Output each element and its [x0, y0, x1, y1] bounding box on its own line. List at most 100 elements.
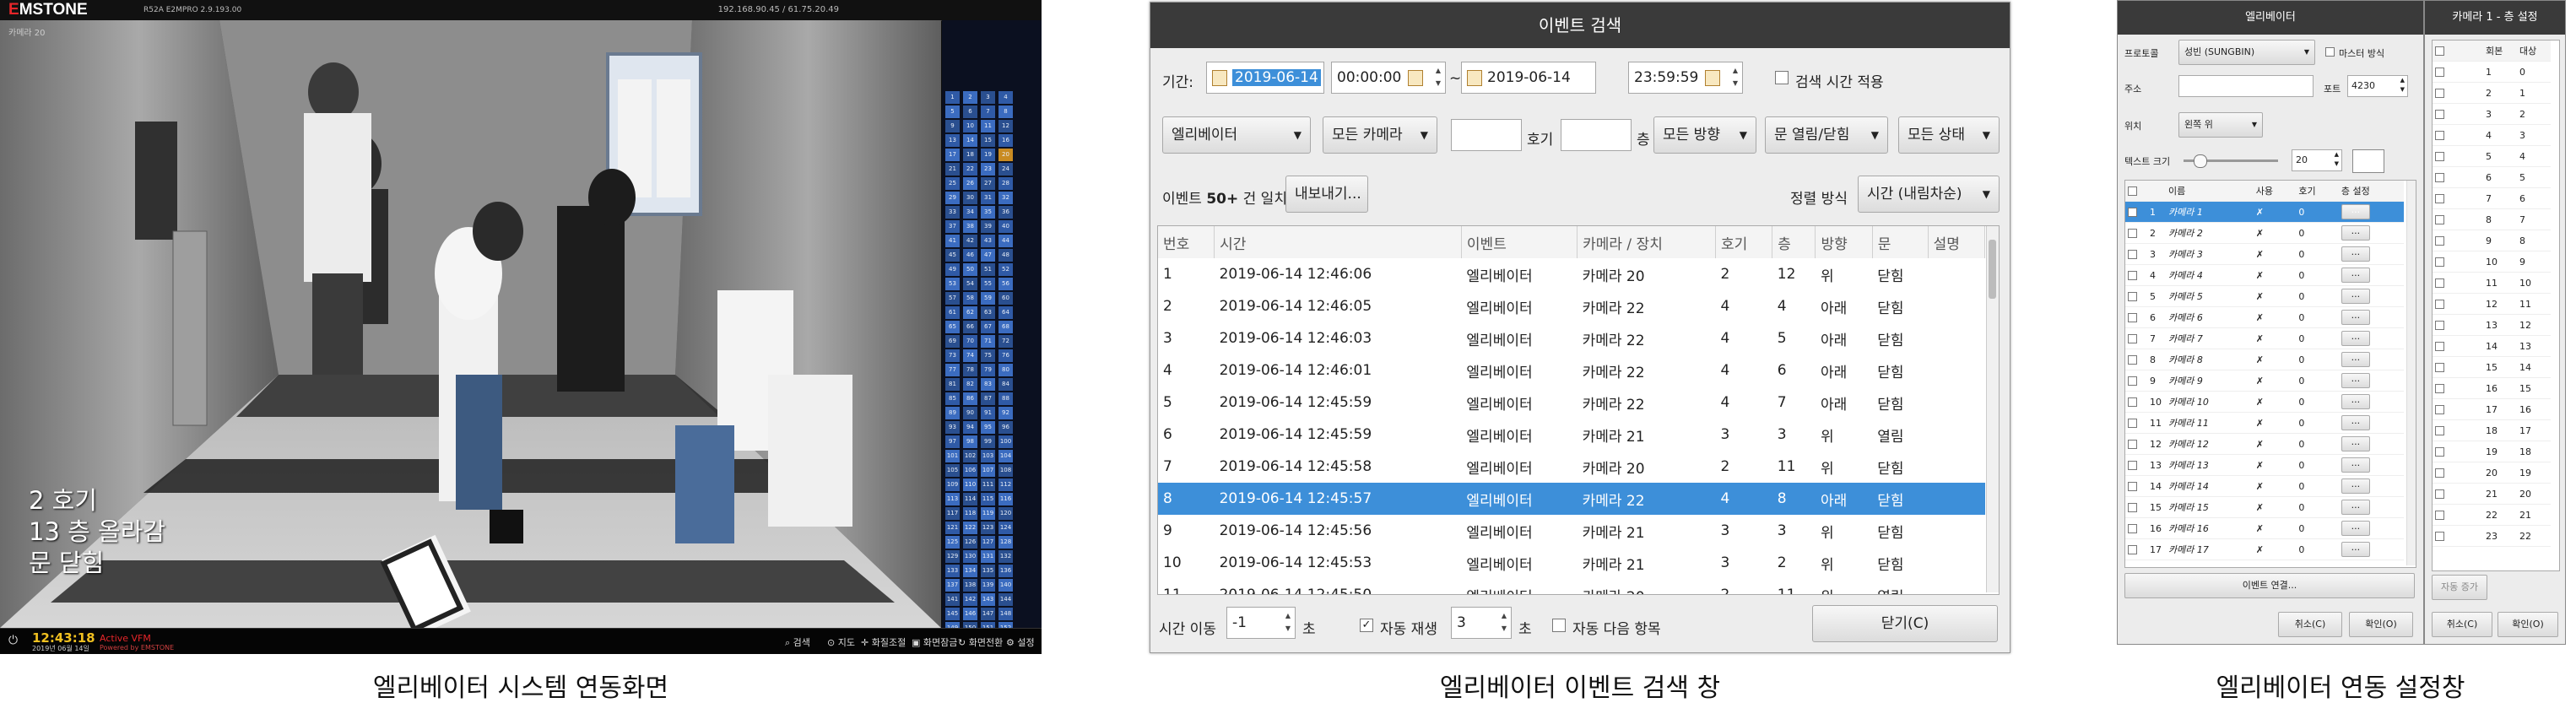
camera-row-checkbox[interactable] — [2128, 291, 2137, 301]
camera-row[interactable]: 15 카메라 15 ✗ 0... — [2125, 496, 2404, 518]
event-column-header[interactable]: 카메라 / 장치 — [1577, 226, 1716, 258]
event-column-header[interactable]: 설명 — [1928, 226, 1986, 258]
camera-row-checkbox[interactable] — [2128, 544, 2137, 554]
start-date-field[interactable]: 2019-06-14 — [1206, 62, 1324, 94]
camera-channel-cell[interactable]: 75 — [981, 349, 995, 362]
camera-channel-cell[interactable]: 96 — [998, 421, 1013, 434]
floor-row-checkbox[interactable] — [2435, 257, 2444, 267]
camera-channel-cell[interactable]: 8 — [998, 105, 1013, 118]
spinner-icon[interactable]: ▲ ▼ — [1730, 64, 1740, 91]
camera-channel-cell[interactable]: 139 — [981, 579, 995, 592]
camera-row-checkbox[interactable] — [2128, 312, 2137, 322]
camera-channel-cell[interactable]: 52 — [998, 263, 1013, 276]
end-time-field[interactable]: 23:59:59 ▲ ▼ — [1628, 62, 1743, 94]
camera-channel-cell[interactable]: 3 — [981, 91, 995, 104]
camera-channel-cell[interactable]: 120 — [998, 507, 1013, 520]
address-input[interactable] — [2178, 75, 2314, 97]
camera-channel-cell[interactable]: 142 — [963, 593, 977, 606]
camera-channel-cell[interactable]: 14 — [963, 134, 977, 147]
camera-row[interactable]: 8 카메라 8 ✗ 0... — [2125, 349, 2404, 370]
start-time-field[interactable]: 00:00:00 ▲ ▼ — [1331, 62, 1446, 94]
camera-channel-cell[interactable]: 100 — [998, 435, 1013, 448]
camera-channel-cell[interactable]: 106 — [963, 464, 977, 477]
end-date-field[interactable]: 2019-06-14 — [1461, 62, 1596, 94]
camera-channel-cell[interactable]: 49 — [945, 263, 960, 276]
camera-channel-cell[interactable]: 21 — [945, 163, 960, 176]
autonext-checkbox[interactable] — [1552, 619, 1566, 632]
event-link-button[interactable]: 이벤트 연결... — [2124, 573, 2415, 598]
camera-row-checkbox[interactable] — [2128, 439, 2137, 449]
toolbar-map-button[interactable]: ⊙ 지도 — [827, 635, 855, 649]
camera-channel-cell[interactable]: 123 — [981, 522, 995, 534]
floor-row[interactable]: 20 19 — [2433, 462, 2551, 484]
camera-channel-cell[interactable]: 87 — [981, 392, 995, 405]
camera-channel-cell[interactable]: 112 — [998, 478, 1013, 491]
floor-settings-button[interactable]: ... — [2341, 500, 2370, 515]
camera-channel-cell[interactable]: 53 — [945, 278, 960, 290]
floor-settings-button[interactable]: ... — [2341, 289, 2370, 304]
camera-row[interactable]: 12 카메라 12 ✗ 0... — [2125, 433, 2404, 455]
select-all-checkbox[interactable] — [2128, 186, 2137, 196]
camera-channel-cell[interactable]: 73 — [945, 349, 960, 362]
floor-row[interactable]: 19 18 — [2433, 441, 2551, 462]
camera-channel-cell[interactable]: 29 — [945, 192, 960, 204]
camera-channel-cell[interactable]: 97 — [945, 435, 960, 448]
camera-channel-cell[interactable]: 105 — [945, 464, 960, 477]
camera-channel-cell[interactable]: 19 — [981, 149, 995, 161]
camera-channel-cell[interactable]: 94 — [963, 421, 977, 434]
floor-row-checkbox[interactable] — [2435, 193, 2444, 203]
camera-channel-cell[interactable]: 57 — [945, 292, 960, 305]
event-row[interactable]: 4 2019-06-14 12:46:01 엘리베이터 카메라 22 4 6 아래 닫힘 — [1158, 354, 1985, 387]
camera-channel-cell[interactable]: 113 — [945, 493, 960, 505]
camera-channel-cell[interactable]: 33 — [945, 206, 960, 219]
camera-channel-cell[interactable]: 103 — [981, 450, 995, 462]
camera-row[interactable]: 14 카메라 14 ✗ 0... — [2125, 475, 2404, 497]
camera-row-checkbox[interactable] — [2128, 481, 2137, 491]
floor-row-checkbox[interactable] — [2435, 88, 2444, 98]
camera-channel-cell[interactable]: 143 — [981, 593, 995, 606]
camera-row-checkbox[interactable] — [2128, 228, 2137, 238]
camera-channel-cell[interactable]: 122 — [963, 522, 977, 534]
camera-channel-cell[interactable]: 107 — [981, 464, 995, 477]
camera-channel-cell[interactable]: 13 — [945, 134, 960, 147]
floor-settings-button[interactable]: ... — [2341, 394, 2370, 409]
camera-channel-cell[interactable]: 38 — [963, 220, 977, 233]
camera-channel-cell[interactable]: 126 — [963, 536, 977, 549]
floor-row-checkbox[interactable] — [2435, 278, 2444, 288]
camera-list-scrollbar[interactable] — [2406, 181, 2416, 565]
camera-channel-cell[interactable]: 25 — [945, 177, 960, 190]
camera-channel-cell[interactable]: 132 — [998, 550, 1013, 563]
camera-channel-cell[interactable]: 30 — [963, 192, 977, 204]
text-size-slider[interactable] — [2184, 154, 2278, 168]
event-row[interactable]: 3 2019-06-14 12:46:03 엘리베이터 카메라 22 4 5 아래 닫힘 — [1158, 322, 1985, 354]
master-checkbox[interactable] — [2325, 47, 2335, 57]
camera-channel-cell[interactable]: 71 — [981, 335, 995, 348]
floor-row[interactable]: 11 10 — [2433, 272, 2551, 294]
floor-row[interactable]: 21 20 — [2433, 483, 2551, 505]
floor-settings-button[interactable]: ... — [2341, 415, 2370, 430]
autoplay-seconds-input[interactable]: 3 ▲ ▼ — [1451, 607, 1512, 639]
camera-row-checkbox[interactable] — [2128, 460, 2137, 470]
floor-row-checkbox[interactable] — [2435, 341, 2444, 351]
event-column-header[interactable]: 호기 — [1715, 226, 1773, 258]
floor-input[interactable] — [1561, 119, 1632, 151]
toolbar-settings-button[interactable]: ⚙ 설정 — [1006, 635, 1035, 649]
camera-row-checkbox[interactable] — [2128, 333, 2137, 343]
camera-channel-cell[interactable]: 60 — [998, 292, 1013, 305]
floor-row[interactable]: 76 — [2433, 187, 2551, 209]
camera-row[interactable]: 10 카메라 10 ✗ 0... — [2125, 391, 2404, 413]
door-dropdown[interactable]: 문 열림/닫힘 ▼ — [1765, 116, 1888, 154]
floor-row[interactable]: 22 21 — [2433, 504, 2551, 526]
camera-channel-cell[interactable]: 5 — [945, 105, 960, 118]
floor-settings-button[interactable]: ... — [2341, 436, 2370, 451]
camera-channel-cell[interactable]: 138 — [963, 579, 977, 592]
floor-ok-button[interactable]: 확인(O) — [2498, 612, 2558, 637]
camera-row[interactable]: 7 카메라 7 ✗ 0... — [2125, 327, 2404, 349]
camera-channel-cell[interactable]: 144 — [998, 593, 1013, 606]
floor-row[interactable]: 87 — [2433, 208, 2551, 230]
slider-handle[interactable] — [2194, 154, 2207, 168]
floor-row[interactable]: 17 16 — [2433, 398, 2551, 420]
camera-channel-cell[interactable]: 40 — [998, 220, 1013, 233]
camera-row-checkbox[interactable] — [2128, 207, 2137, 217]
floor-row-checkbox[interactable] — [2435, 109, 2444, 119]
